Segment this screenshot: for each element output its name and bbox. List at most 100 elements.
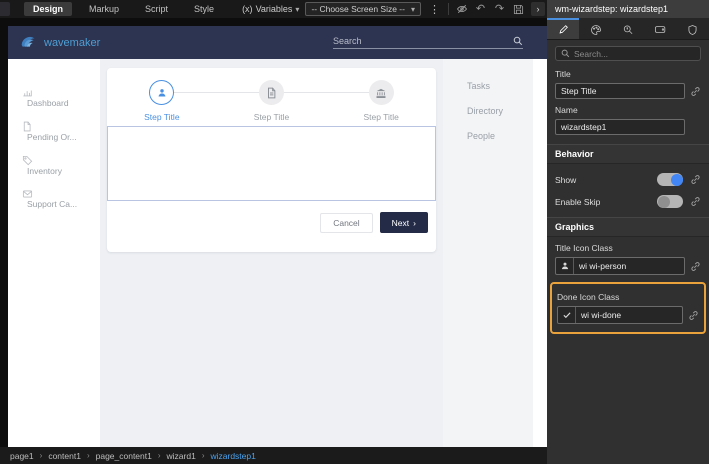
bank-icon xyxy=(369,80,394,105)
done-icon-class-group xyxy=(557,306,683,324)
more-options-icon[interactable]: ⋮ xyxy=(427,3,442,16)
sidenav-item-label: Pending Or... xyxy=(22,132,100,142)
variables-icon: (x) xyxy=(242,4,253,14)
app-brand[interactable]: wavemaker xyxy=(18,32,100,54)
done-icon-highlight-box: Done Icon Class xyxy=(550,282,706,334)
variables-menu[interactable]: (x) Variables ▾ xyxy=(242,4,299,14)
title-field-input[interactable] xyxy=(555,83,685,99)
tab-security[interactable] xyxy=(677,18,709,39)
shield-icon xyxy=(687,24,698,36)
bind-link-icon[interactable] xyxy=(690,86,701,97)
studio-topbar: Design Markup Script Style (x) Variables… xyxy=(0,0,547,18)
panel-item-directory[interactable]: Directory xyxy=(467,106,533,116)
screen-size-select[interactable]: -- Choose Screen Size -- ▾ xyxy=(305,2,421,16)
window-edge-handle xyxy=(0,2,10,16)
toolbar-divider xyxy=(448,3,449,15)
next-button[interactable]: Next › xyxy=(380,212,428,233)
sidenav-item-label: Inventory xyxy=(22,166,100,176)
graphics-section-header[interactable]: Graphics xyxy=(547,217,709,237)
wizard-steps: Step Title Step Title xyxy=(107,68,436,126)
wizard-actions: Cancel Next › xyxy=(107,201,436,233)
chevron-right-icon: › xyxy=(202,451,205,460)
name-field-label: Name xyxy=(555,105,701,115)
variables-label: Variables xyxy=(256,4,293,14)
bind-link-icon[interactable] xyxy=(690,174,701,185)
app-navbar: wavemaker xyxy=(8,26,547,59)
tab-markup[interactable]: Markup xyxy=(80,2,128,16)
screen-size-value: -- Choose Screen Size -- xyxy=(311,4,405,14)
show-property-row: Show xyxy=(555,173,701,186)
property-search-input[interactable] xyxy=(574,49,695,59)
title-icon-class-group xyxy=(555,257,685,275)
sidenav-item-dashboard[interactable]: Dashboard xyxy=(8,87,100,121)
panel-collapse-button[interactable]: › xyxy=(531,2,545,16)
bind-link-icon[interactable] xyxy=(688,310,699,321)
wizard-step-1[interactable]: Step Title xyxy=(107,80,217,122)
tab-design[interactable]: Design xyxy=(24,2,72,16)
done-icon-class-label: Done Icon Class xyxy=(557,292,699,302)
device-icon xyxy=(654,24,667,35)
wavemaker-logo-icon xyxy=(18,32,40,54)
breadcrumb-wizardstep1[interactable]: wizardstep1 xyxy=(211,451,256,461)
app-search[interactable] xyxy=(333,36,523,49)
wizard-step-2[interactable]: Step Title xyxy=(217,80,327,122)
breadcrumb-wizard1[interactable]: wizard1 xyxy=(167,451,196,461)
tab-device[interactable] xyxy=(644,18,676,39)
show-toggle[interactable] xyxy=(657,173,683,186)
chevron-right-icon: › xyxy=(158,451,161,460)
cancel-button[interactable]: Cancel xyxy=(320,213,372,233)
document-icon xyxy=(22,121,100,132)
tab-properties[interactable] xyxy=(547,18,579,39)
design-canvas: wavemaker Dashboard xyxy=(8,26,547,447)
search-gear-icon xyxy=(622,24,634,36)
wizard-widget[interactable]: Step Title Step Title xyxy=(107,68,436,252)
properties-panel-body: Title Name Behavior Show xyxy=(547,40,709,334)
tab-styles[interactable] xyxy=(579,18,611,39)
enable-skip-property-row: Enable Skip xyxy=(555,195,701,208)
sidenav-item-inventory[interactable]: Inventory xyxy=(8,155,100,189)
search-icon xyxy=(513,36,523,46)
canvas-right-margin xyxy=(533,59,547,447)
panel-item-tasks[interactable]: Tasks xyxy=(467,81,533,91)
sidenav-item-label: Support Ca... xyxy=(22,199,100,209)
chevron-right-icon: › xyxy=(40,451,43,460)
app-sidenav: Dashboard Pending Or... Inventory xyxy=(8,59,100,447)
property-search[interactable] xyxy=(555,46,701,61)
show-label: Show xyxy=(555,175,657,185)
chart-icon xyxy=(22,87,100,98)
undo-icon[interactable]: ↶ xyxy=(474,3,487,16)
chevron-right-icon: › xyxy=(537,4,540,14)
mode-tabs: Design Markup Script Style xyxy=(24,2,223,16)
bind-link-icon[interactable] xyxy=(690,196,701,207)
page-content-area: Step Title Step Title xyxy=(100,59,443,447)
save-icon[interactable] xyxy=(512,3,525,16)
step-title-label: Step Title xyxy=(363,112,398,122)
tab-script[interactable]: Script xyxy=(136,2,177,16)
breadcrumb-content1[interactable]: content1 xyxy=(48,451,81,461)
name-field-input[interactable] xyxy=(555,119,685,135)
step-title-label: Step Title xyxy=(144,112,179,122)
bind-link-icon[interactable] xyxy=(690,261,701,272)
breadcrumb-page1[interactable]: page1 xyxy=(10,451,34,461)
app-body: Dashboard Pending Or... Inventory xyxy=(8,59,547,447)
enable-skip-label: Enable Skip xyxy=(555,197,657,207)
wizardstep-selection-area[interactable] xyxy=(107,126,436,201)
check-icon xyxy=(558,307,576,323)
person-icon xyxy=(149,80,174,105)
wizard-step-3[interactable]: Step Title xyxy=(326,80,436,122)
preview-off-icon[interactable] xyxy=(455,3,468,16)
brand-name: wavemaker xyxy=(44,37,100,49)
sidenav-item-support[interactable]: Support Ca... xyxy=(8,189,100,222)
enable-skip-toggle[interactable] xyxy=(657,195,683,208)
behavior-section-header[interactable]: Behavior xyxy=(547,144,709,164)
redo-icon[interactable]: ↷ xyxy=(493,3,506,16)
done-icon-class-input[interactable] xyxy=(576,310,682,320)
chevron-down-icon: ▾ xyxy=(295,5,299,14)
breadcrumb-page-content1[interactable]: page_content1 xyxy=(96,451,152,461)
tab-events[interactable] xyxy=(612,18,644,39)
tab-style[interactable]: Style xyxy=(185,2,223,16)
sidenav-item-pending-orders[interactable]: Pending Or... xyxy=(8,121,100,155)
panel-item-people[interactable]: People xyxy=(467,131,533,141)
app-search-input[interactable] xyxy=(333,36,513,46)
title-icon-class-input[interactable] xyxy=(574,261,684,271)
